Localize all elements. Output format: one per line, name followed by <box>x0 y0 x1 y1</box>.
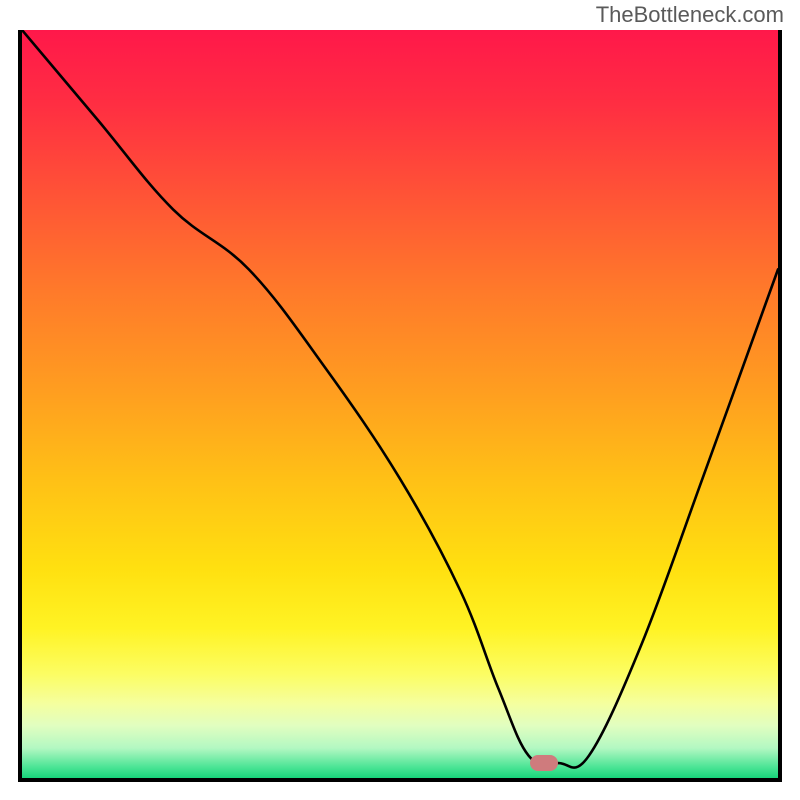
bottleneck-curve <box>22 30 778 778</box>
chart-frame <box>18 30 782 782</box>
watermark-text: TheBottleneck.com <box>596 2 784 28</box>
optimal-marker <box>530 755 558 771</box>
